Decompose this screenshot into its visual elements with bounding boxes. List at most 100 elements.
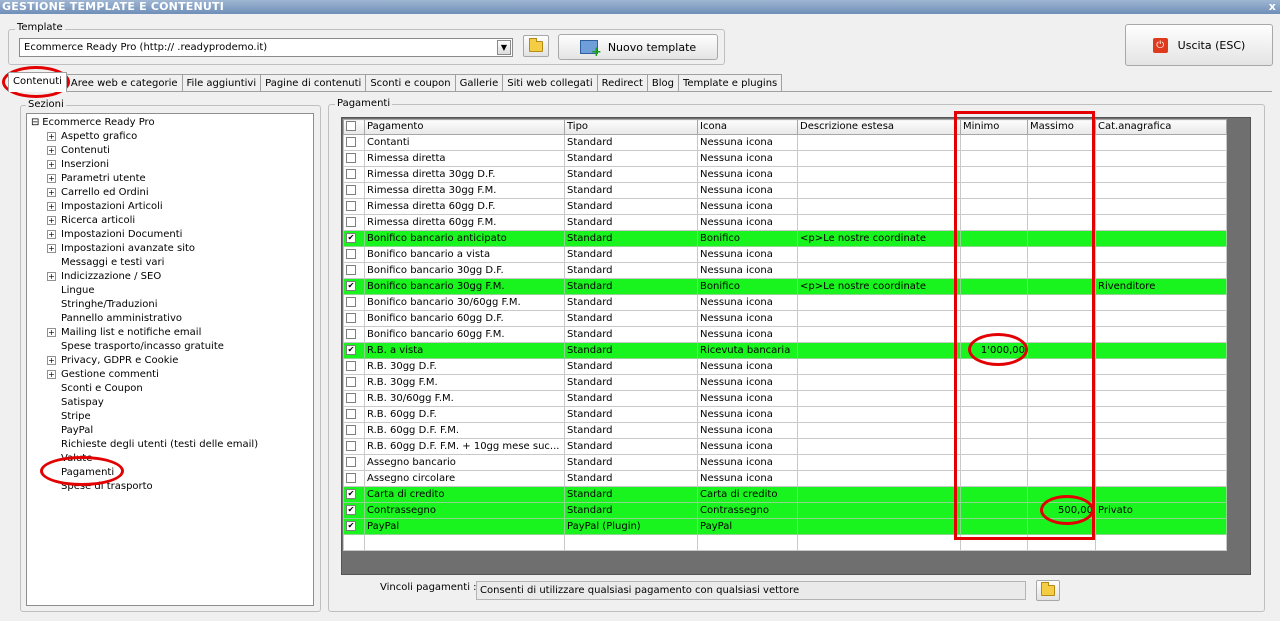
table-cell[interactable] bbox=[797, 166, 961, 183]
table-cell[interactable]: Nessuna icona bbox=[697, 358, 798, 375]
table-cell[interactable]: Rimessa diretta 60gg D.F. bbox=[364, 198, 565, 215]
table-cell[interactable]: Nessuna icona bbox=[697, 246, 798, 263]
row-checkbox-cell[interactable] bbox=[343, 326, 365, 343]
table-cell[interactable]: <p>Le nostre coordinate bbox=[797, 230, 961, 247]
tree-item[interactable]: Spese trasporto/incasso gratuite bbox=[47, 340, 224, 354]
table-cell[interactable]: Nessuna icona bbox=[697, 182, 798, 199]
tab-gallerie[interactable]: Gallerie bbox=[454, 74, 504, 92]
table-cell[interactable] bbox=[1095, 150, 1227, 167]
table-cell[interactable] bbox=[797, 374, 961, 391]
row-checkbox[interactable]: ✔ bbox=[346, 344, 356, 355]
close-icon[interactable]: x bbox=[1269, 0, 1276, 14]
table-cell[interactable] bbox=[1095, 166, 1227, 183]
tree-item[interactable]: + Impostazioni Documenti bbox=[47, 228, 182, 242]
table-cell[interactable] bbox=[797, 502, 961, 519]
row-checkbox-cell[interactable] bbox=[343, 310, 365, 327]
table-cell[interactable]: Standard bbox=[564, 150, 698, 167]
table-cell[interactable] bbox=[797, 182, 961, 199]
row-checkbox-cell[interactable]: ✔ bbox=[343, 230, 365, 247]
vincoli-folder-button[interactable] bbox=[1036, 580, 1060, 601]
tree-item[interactable]: Stringhe/Traduzioni bbox=[47, 298, 158, 312]
open-folder-button[interactable] bbox=[523, 35, 549, 57]
row-checkbox-cell[interactable] bbox=[343, 214, 365, 231]
table-cell[interactable] bbox=[1095, 390, 1227, 407]
row-checkbox-cell[interactable]: ✔ bbox=[343, 518, 365, 535]
table-cell[interactable]: Standard bbox=[564, 166, 698, 183]
table-cell[interactable]: Bonifico bbox=[697, 278, 798, 295]
table-cell[interactable]: Standard bbox=[564, 486, 698, 503]
row-checkbox[interactable]: ✔ bbox=[346, 280, 356, 291]
table-cell[interactable] bbox=[1095, 310, 1227, 327]
table-cell[interactable]: Standard bbox=[564, 310, 698, 327]
row-checkbox-cell[interactable]: ✔ bbox=[343, 278, 365, 295]
table-cell[interactable] bbox=[1095, 246, 1227, 263]
tree-item[interactable]: + Aspetto grafico bbox=[47, 130, 137, 144]
table-cell[interactable]: Standard bbox=[564, 374, 698, 391]
table-cell[interactable] bbox=[364, 534, 565, 551]
tree-item[interactable]: + Inserzioni bbox=[47, 158, 109, 172]
row-checkbox[interactable] bbox=[346, 296, 356, 307]
row-checkbox-cell[interactable] bbox=[343, 438, 365, 455]
tree-item[interactable]: + Gestione commenti bbox=[47, 368, 159, 382]
row-checkbox-cell[interactable]: ✔ bbox=[343, 342, 365, 359]
table-cell[interactable]: Rimessa diretta 30gg F.M. bbox=[364, 182, 565, 199]
table-cell[interactable]: Carta di credito bbox=[364, 486, 565, 503]
table-cell[interactable] bbox=[797, 150, 961, 167]
table-cell[interactable]: Nessuna icona bbox=[697, 134, 798, 151]
table-cell[interactable]: Nessuna icona bbox=[697, 326, 798, 343]
tree-item[interactable]: Sconti e Coupon bbox=[47, 382, 143, 396]
row-checkbox[interactable]: ✔ bbox=[346, 232, 356, 243]
row-checkbox[interactable] bbox=[346, 184, 356, 195]
table-cell[interactable] bbox=[1095, 406, 1227, 423]
row-checkbox-cell[interactable] bbox=[343, 182, 365, 199]
table-cell[interactable] bbox=[797, 294, 961, 311]
expand-icon[interactable]: + bbox=[47, 243, 56, 253]
row-checkbox[interactable] bbox=[346, 312, 356, 323]
table-cell[interactable]: Nessuna icona bbox=[697, 470, 798, 487]
expand-icon[interactable]: + bbox=[47, 173, 56, 183]
vincoli-field[interactable]: Consenti di utilizzare qualsiasi pagamen… bbox=[476, 581, 1026, 600]
row-checkbox-cell[interactable] bbox=[343, 166, 365, 183]
row-checkbox-cell[interactable]: ✔ bbox=[343, 486, 365, 503]
table-cell[interactable] bbox=[1095, 198, 1227, 215]
tree-item[interactable]: Stripe bbox=[47, 410, 91, 424]
tree-item[interactable]: Pannello amministrativo bbox=[47, 312, 182, 326]
table-cell[interactable] bbox=[343, 534, 365, 551]
table-cell[interactable]: Nessuna icona bbox=[697, 390, 798, 407]
expand-icon[interactable]: + bbox=[47, 145, 56, 155]
tree-item[interactable]: Richieste degli utenti (testi delle emai… bbox=[47, 438, 258, 452]
tree-item[interactable]: + Privacy, GDPR e Cookie bbox=[47, 354, 178, 368]
tab-contenuti[interactable]: Contenuti bbox=[8, 72, 67, 92]
table-cell[interactable] bbox=[797, 422, 961, 439]
tree-item[interactable]: + Impostazioni Articoli bbox=[47, 200, 163, 214]
table-cell[interactable]: Standard bbox=[564, 134, 698, 151]
table-cell[interactable] bbox=[797, 134, 961, 151]
tab-redirect[interactable]: Redirect bbox=[596, 74, 648, 92]
table-cell[interactable]: PayPal bbox=[697, 518, 798, 535]
table-cell[interactable]: Nessuna icona bbox=[697, 406, 798, 423]
table-cell[interactable]: Standard bbox=[564, 278, 698, 295]
table-cell[interactable] bbox=[1095, 518, 1227, 535]
tree-item[interactable]: + Ricerca articoli bbox=[47, 214, 135, 228]
tab-siti-web-collegati[interactable]: Siti web collegati bbox=[502, 74, 598, 92]
table-cell[interactable] bbox=[797, 470, 961, 487]
row-checkbox-cell[interactable] bbox=[343, 150, 365, 167]
table-cell[interactable]: Bonifico bancario 30/60gg F.M. bbox=[364, 294, 565, 311]
table-cell[interactable] bbox=[797, 246, 961, 263]
row-checkbox[interactable] bbox=[346, 328, 356, 339]
table-cell[interactable] bbox=[797, 310, 961, 327]
table-cell[interactable]: Standard bbox=[564, 230, 698, 247]
row-checkbox-cell[interactable] bbox=[343, 390, 365, 407]
table-cell[interactable]: Rimessa diretta 30gg D.F. bbox=[364, 166, 565, 183]
table-cell[interactable]: Contrassegno bbox=[364, 502, 565, 519]
tree-item[interactable]: Satispay bbox=[47, 396, 104, 410]
table-cell[interactable]: Standard bbox=[564, 470, 698, 487]
expand-icon[interactable]: + bbox=[47, 355, 56, 365]
tab-aree-web-e-categorie[interactable]: Aree web e categorie bbox=[65, 74, 183, 92]
row-checkbox[interactable]: ✔ bbox=[346, 488, 356, 499]
table-cell[interactable]: R.B. 30/60gg F.M. bbox=[364, 390, 565, 407]
table-cell[interactable]: PayPal bbox=[364, 518, 565, 535]
expand-icon[interactable]: + bbox=[47, 327, 56, 337]
table-cell[interactable] bbox=[797, 518, 961, 535]
table-cell[interactable]: Standard bbox=[564, 438, 698, 455]
